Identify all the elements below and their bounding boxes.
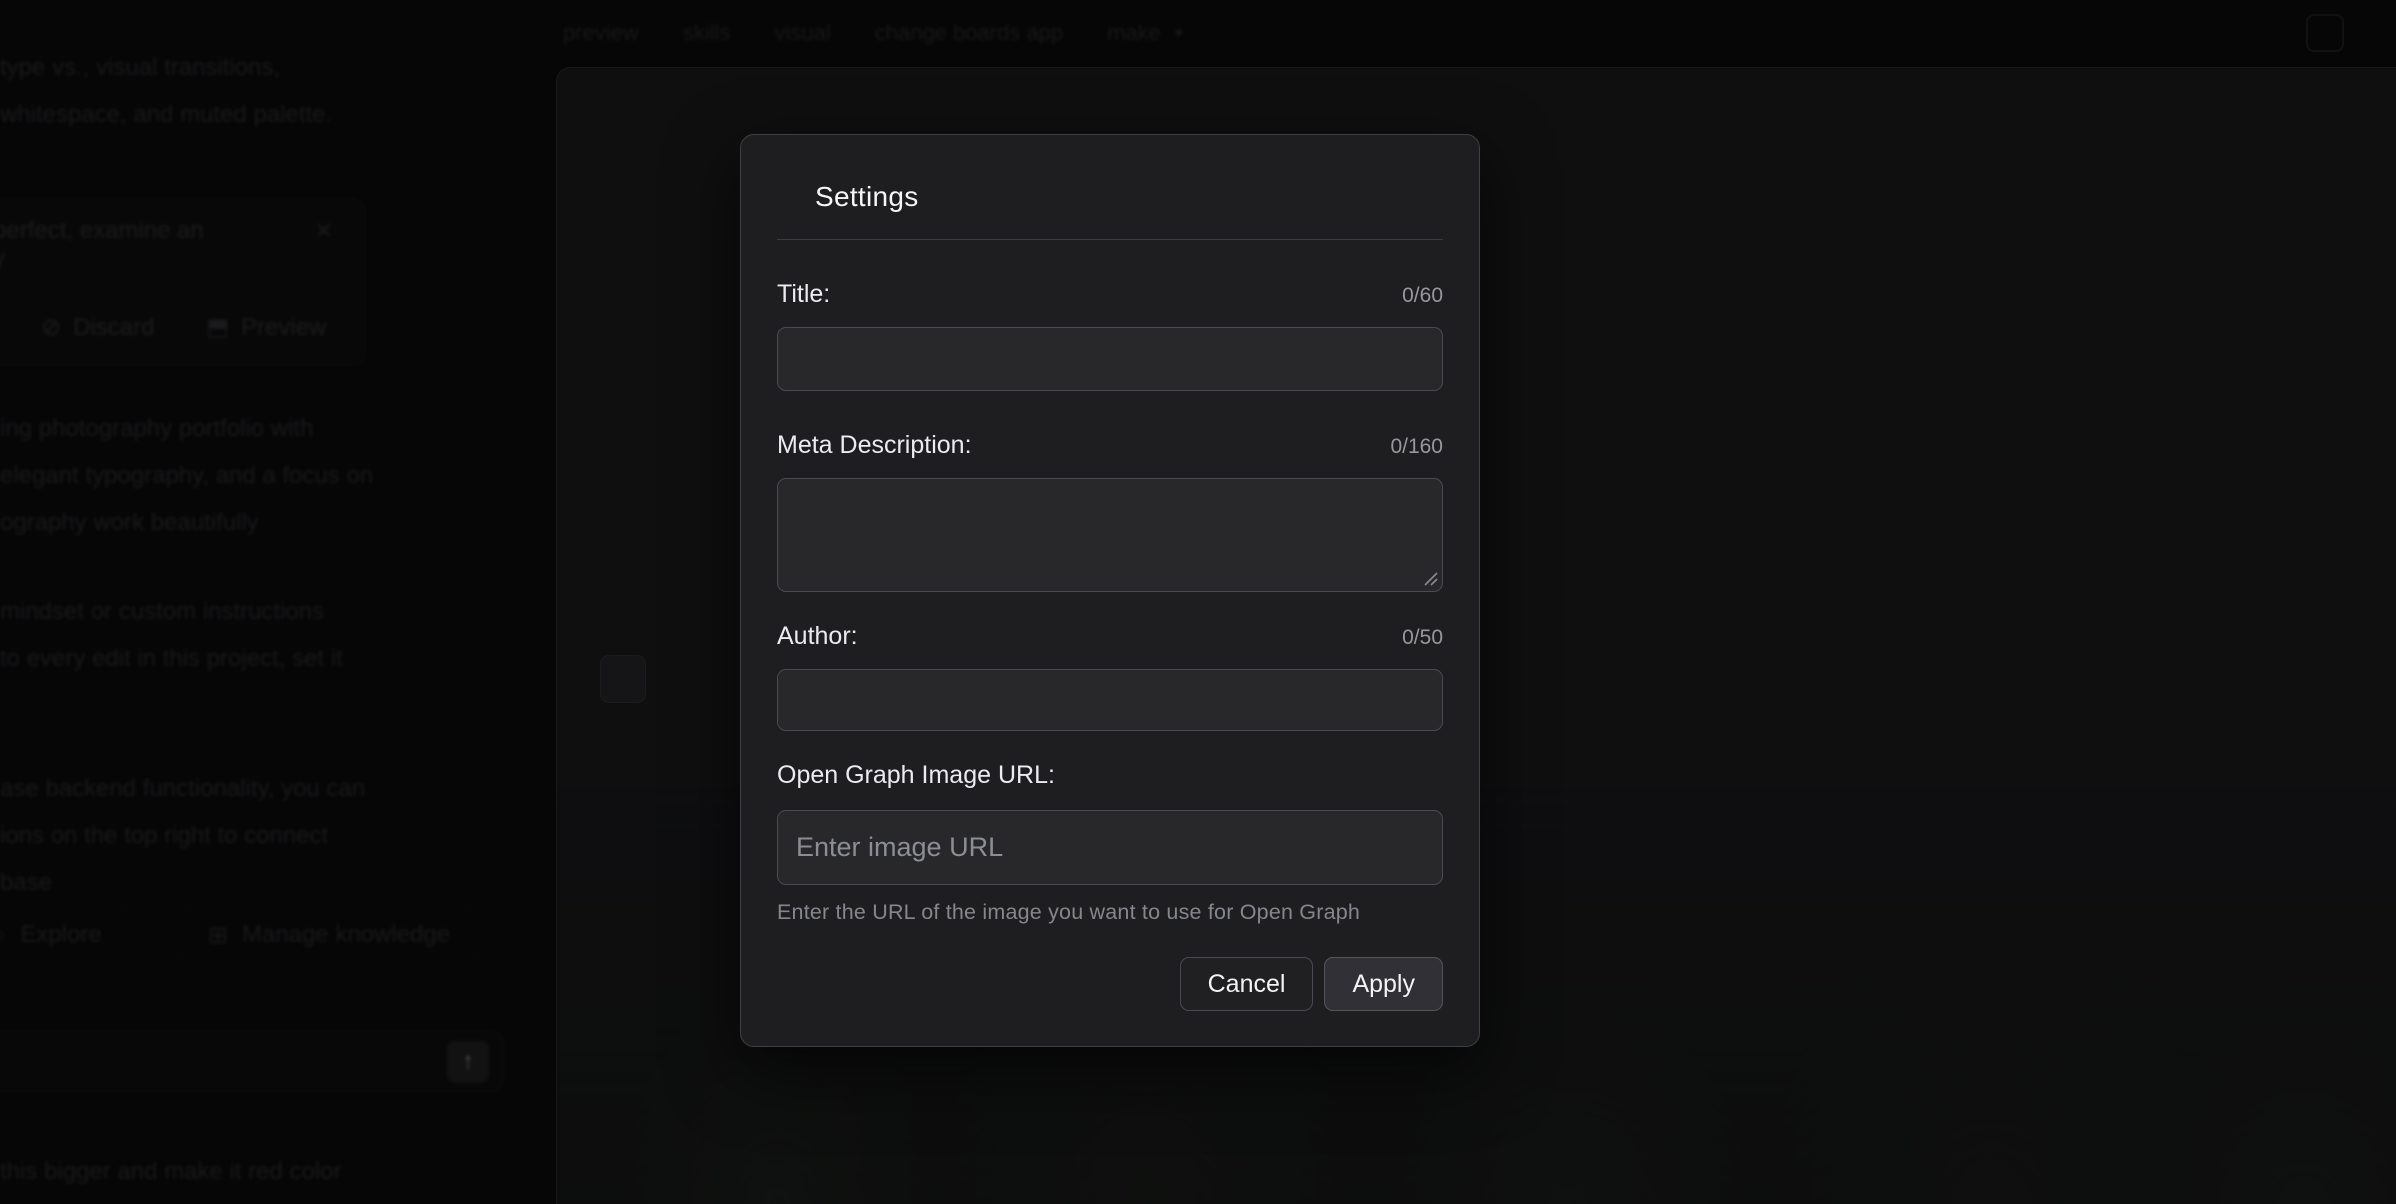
author-input[interactable]: [777, 669, 1443, 731]
og-image-url-input[interactable]: [777, 810, 1443, 885]
title-char-counter: 0/60: [1402, 284, 1443, 308]
og-image-url-label: Open Graph Image URL:: [777, 761, 1055, 790]
author-char-counter: 0/50: [1402, 626, 1443, 650]
title-label: Title:: [777, 280, 830, 309]
cancel-button[interactable]: Cancel: [1180, 957, 1314, 1011]
meta-description-label: Meta Description:: [777, 431, 972, 460]
title-input[interactable]: [777, 327, 1443, 391]
app-window: preview skills visual change boards app …: [0, 0, 2396, 1204]
dialog-title: Settings: [815, 181, 1443, 213]
meta-description-textarea[interactable]: [777, 478, 1443, 592]
meta-description-char-counter: 0/160: [1390, 435, 1443, 459]
dialog-divider: [777, 239, 1443, 240]
apply-button[interactable]: Apply: [1324, 957, 1443, 1011]
settings-dialog: Settings Title: 0/60 Meta Description: 0…: [740, 134, 1480, 1047]
author-label: Author:: [777, 622, 858, 651]
og-image-url-helper-text: Enter the URL of the image you want to u…: [777, 900, 1443, 925]
